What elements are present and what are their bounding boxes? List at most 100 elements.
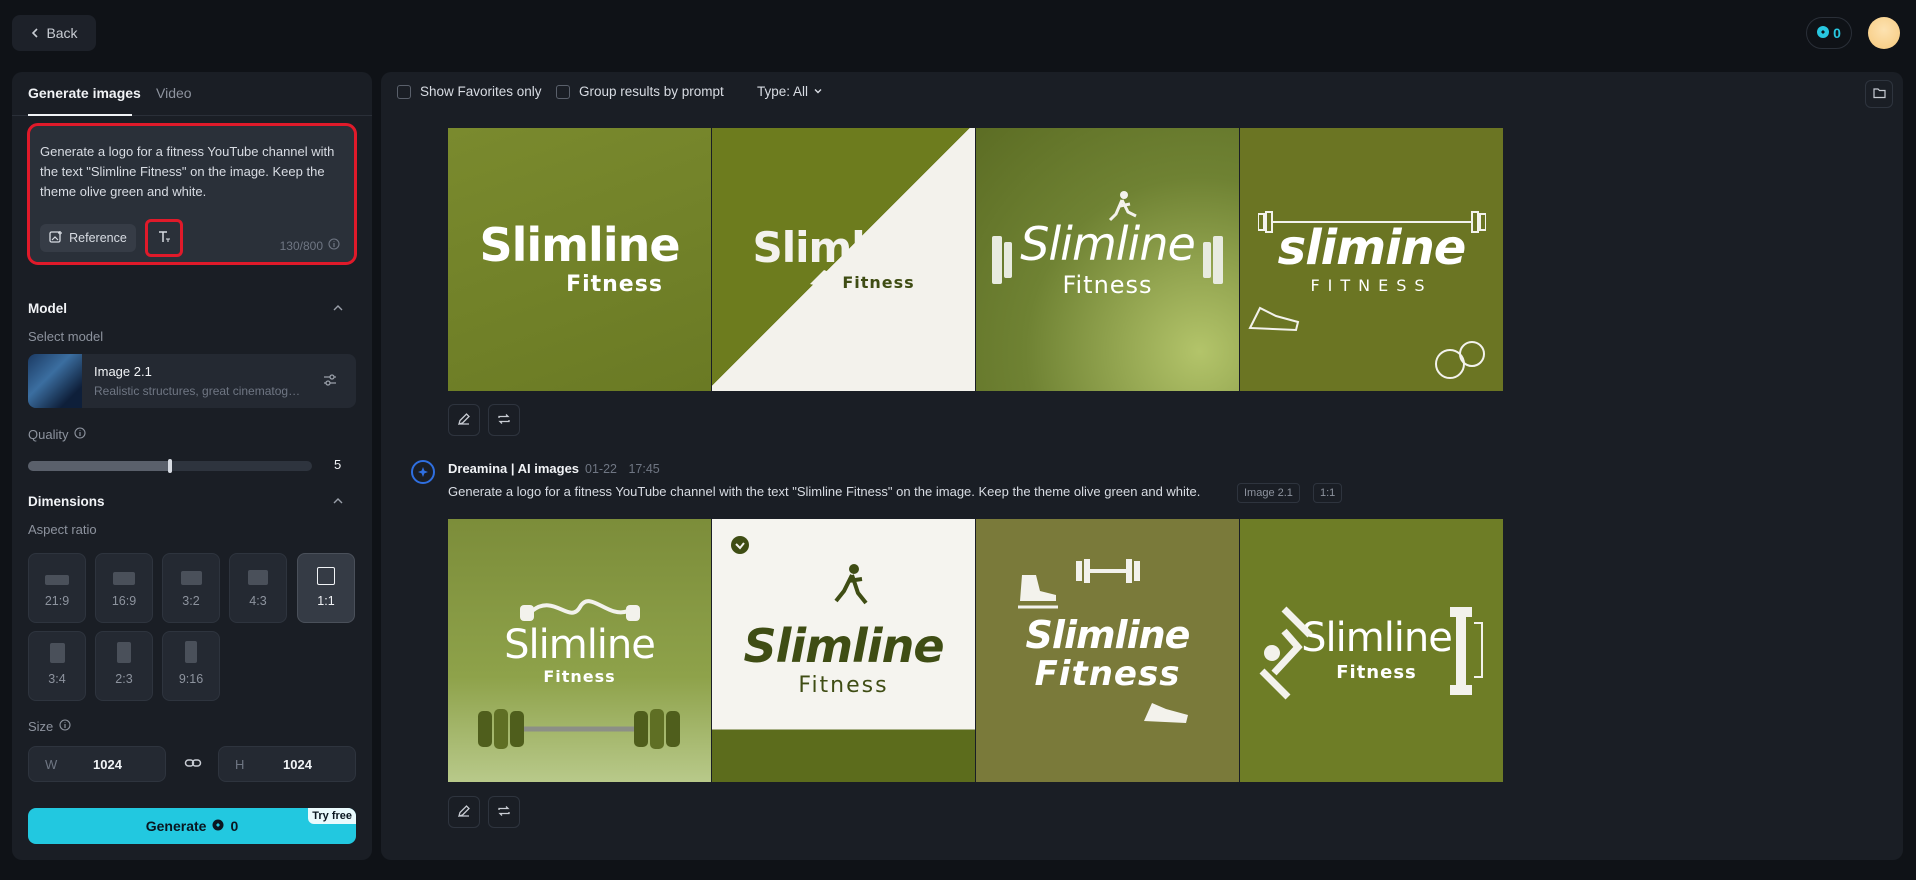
try-free-badge: Try free [308, 808, 356, 824]
model-section-title[interactable]: Model [28, 301, 67, 316]
ratio-label: 2:3 [115, 672, 133, 686]
ratio-shape [180, 571, 202, 585]
link-icon[interactable] [184, 754, 202, 775]
select-model-label: Select model [28, 329, 103, 344]
ratio-21-9[interactable]: 21:9 [28, 553, 86, 623]
result-image[interactable]: Slimline Fitness [448, 128, 711, 391]
sneaker-icon [1248, 306, 1300, 332]
favorites-filter[interactable]: Show Favorites only [397, 84, 542, 99]
favorites-label: Show Favorites only [420, 84, 542, 99]
height-field[interactable]: H 1024 [218, 746, 356, 782]
user-avatar[interactable] [1868, 17, 1900, 49]
image-logo-subtext: Fitness [543, 667, 616, 686]
back-button[interactable]: Back [12, 15, 96, 51]
repeat-icon [497, 804, 511, 821]
sneaker-icon [1144, 703, 1188, 723]
model-name: Image 2.1 [94, 364, 152, 379]
result-image[interactable]: Slimline Fitness [976, 128, 1239, 391]
folder-button[interactable] [1865, 80, 1893, 108]
quality-slider-handle[interactable] [168, 459, 172, 473]
chevron-up-icon[interactable] [332, 302, 344, 314]
ratio-shape [113, 572, 135, 585]
regenerate-button[interactable] [488, 796, 520, 828]
image-logo-text: Slimline [479, 218, 680, 272]
favorites-checkbox[interactable] [397, 84, 411, 99]
generate-button[interactable]: Generate 0 Try free [28, 808, 356, 844]
reference-button[interactable]: Reference [40, 224, 136, 252]
info-icon[interactable] [59, 719, 71, 734]
ratio-2-3[interactable]: 2:3 [95, 631, 153, 701]
dreamina-avatar [411, 460, 435, 484]
ratio-4-3[interactable]: 4:3 [229, 553, 287, 623]
dumbbell-icon [478, 709, 680, 749]
batch-prompt[interactable]: Generate a logo for a fitness YouTube ch… [448, 484, 1200, 499]
ratio-label: 16:9 [111, 594, 137, 608]
result-image[interactable]: Slimline Fitness [976, 519, 1239, 782]
mode-tabs: Generate images Video [12, 72, 372, 116]
result-image[interactable]: Slimline Fitness [1240, 519, 1503, 782]
dumbbell-icon [992, 236, 1223, 284]
type-filter[interactable]: Type: All [757, 84, 823, 99]
image-logo-subtext: Fitness [1034, 653, 1181, 694]
dumbbell-icon [1076, 559, 1140, 583]
ratio-shape [49, 643, 65, 663]
reference-label: Reference [69, 231, 127, 245]
image-logo-text: Slimline [504, 622, 656, 668]
width-value[interactable]: 1024 [93, 757, 122, 772]
tab-generate-images[interactable]: Generate images [28, 85, 141, 101]
check-badge-icon [731, 536, 749, 554]
info-icon[interactable] [328, 238, 340, 253]
width-label: W [45, 757, 58, 772]
ratio-3-4[interactable]: 3:4 [28, 631, 86, 701]
result-image[interactable]: Slimline Fitness [712, 519, 975, 782]
ratio-label: 3:4 [48, 672, 66, 686]
ratio-shape [117, 642, 131, 663]
ratio-label: 3:2 [182, 594, 200, 608]
ratio-label: 1:1 [317, 594, 335, 608]
chevron-up-icon[interactable] [332, 495, 344, 507]
ratio-16-9[interactable]: 16:9 [95, 553, 153, 623]
tab-video[interactable]: Video [156, 85, 192, 101]
dimensions-section-title[interactable]: Dimensions [28, 494, 105, 509]
ratio-shape [185, 641, 197, 663]
folder-icon [1872, 87, 1886, 102]
runner-silhouette [834, 564, 868, 605]
credits-badge[interactable]: 0 [1806, 17, 1852, 49]
char-counter: 130/800 [280, 238, 340, 253]
model-selector[interactable]: Image 2.1 Realistic structures, great ci… [28, 354, 356, 408]
runner-icon [1108, 191, 1137, 222]
select-model-text: Select model [28, 329, 104, 344]
result-image[interactable]: slimine FITNESS [1240, 128, 1503, 391]
prompt-text[interactable]: Generate a logo for a fitness YouTube ch… [40, 142, 340, 202]
group-filter[interactable]: Group results by prompt [556, 84, 724, 99]
edit-button[interactable] [448, 796, 480, 828]
prompt-input[interactable]: Generate a logo for a fitness YouTube ch… [27, 123, 357, 265]
quality-text: Quality [28, 427, 69, 442]
result-image[interactable]: Slimline Fitness [712, 128, 975, 391]
group-checkbox[interactable] [556, 84, 570, 99]
ratio-shape [45, 575, 69, 585]
regenerate-button[interactable] [488, 404, 520, 436]
image-logo-subtext: Fitness [566, 272, 663, 297]
dumbbell-vertical-icon [1450, 607, 1483, 695]
ratio-3-2[interactable]: 3:2 [162, 553, 220, 623]
height-label: H [235, 757, 245, 772]
credit-icon [212, 818, 224, 834]
width-field[interactable]: W 1024 [28, 746, 166, 782]
balloon-icon [1435, 341, 1485, 379]
ratio-chip: 1:1 [1313, 483, 1343, 503]
text-style-button[interactable] [145, 219, 183, 257]
quality-slider[interactable] [28, 459, 312, 473]
info-icon[interactable] [74, 427, 87, 442]
ratio-9-16[interactable]: 9:16 [162, 631, 220, 701]
sliders-icon[interactable] [322, 372, 338, 391]
credit-count: 0 [1833, 25, 1841, 41]
ratio-label: 9:16 [178, 672, 204, 686]
edit-button[interactable] [448, 404, 480, 436]
model-thumbnail [28, 354, 82, 408]
generate-label: Generate [145, 818, 207, 834]
ratio-1-1[interactable]: 1:1 [297, 553, 355, 623]
result-image[interactable]: Slimline Fitness [448, 519, 711, 782]
height-value[interactable]: 1024 [283, 757, 312, 772]
ratio-label: 4:3 [249, 594, 267, 608]
